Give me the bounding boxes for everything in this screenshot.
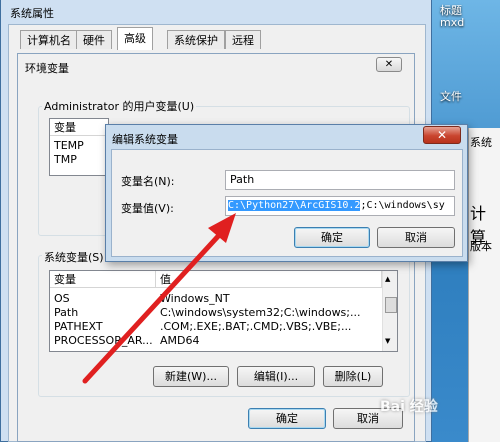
arrow-head <box>208 213 236 243</box>
watermark: Bai 经验 <box>380 399 438 415</box>
arrow-shaft <box>82 229 225 384</box>
annotation-arrow <box>82 213 236 384</box>
